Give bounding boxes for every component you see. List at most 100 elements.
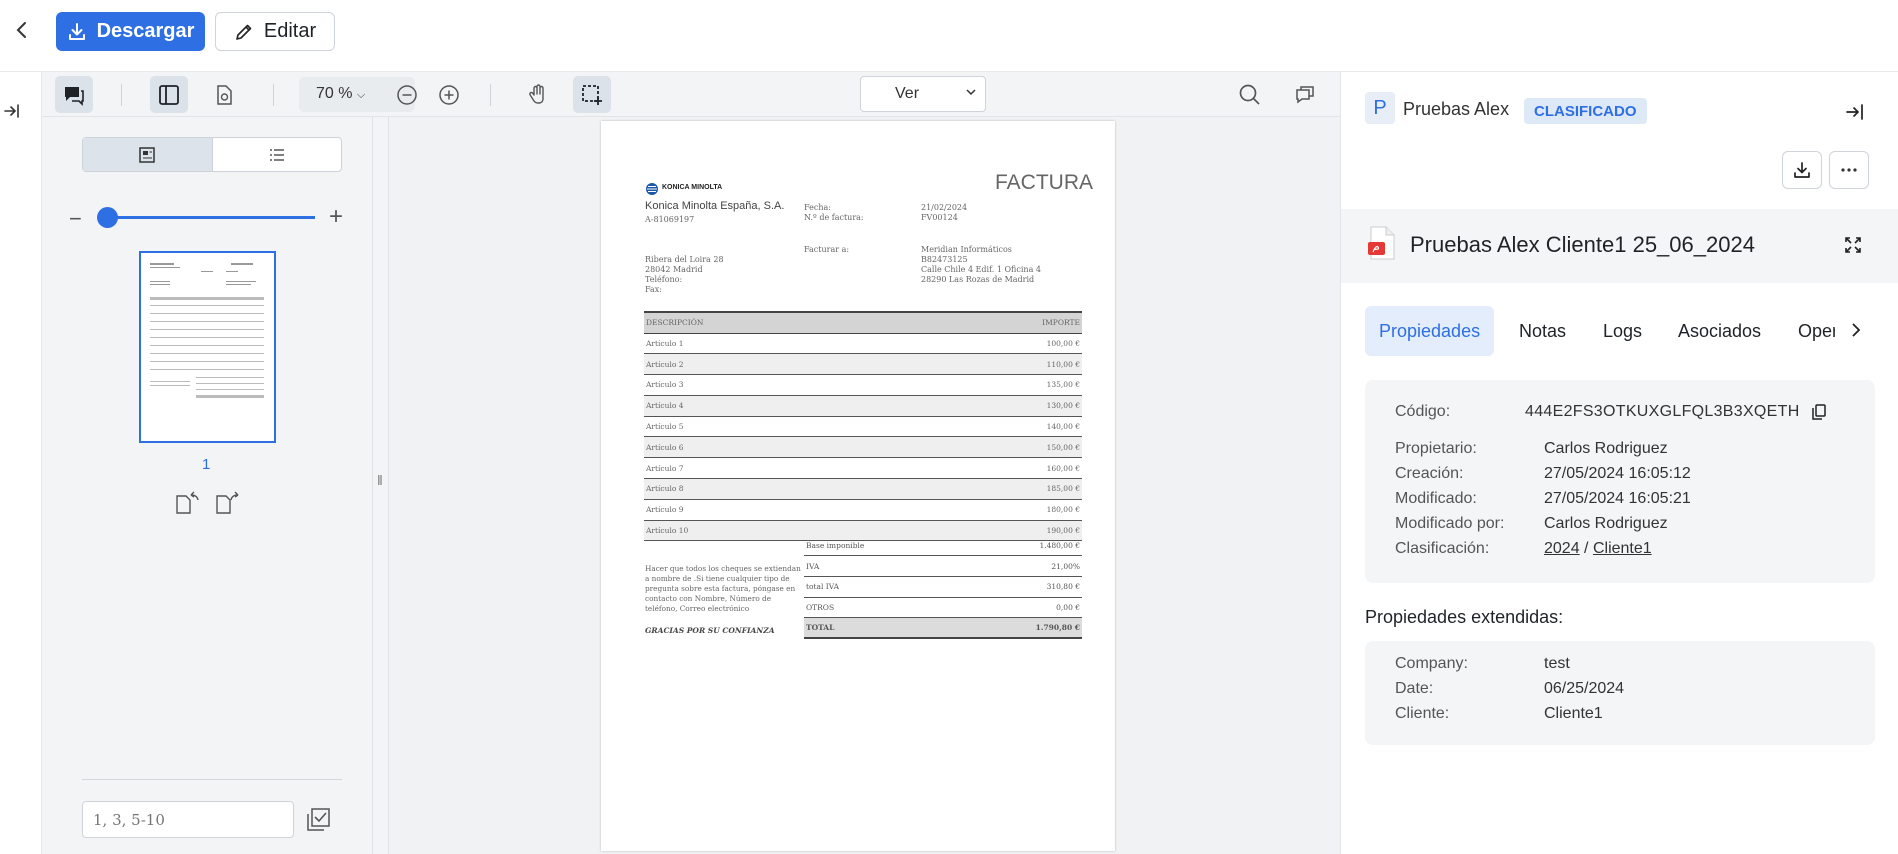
page-range-input[interactable] — [82, 801, 294, 838]
viewer-toolbar: 70 % ⌵ Ver — [42, 72, 1340, 117]
konica-logo-icon — [646, 183, 658, 195]
totals-row: TOTAL 1.790,80 € — [804, 617, 1082, 640]
thumbnail-size-slider[interactable] — [112, 216, 315, 219]
more-options-button[interactable] — [1829, 151, 1869, 189]
creacion-value: 27/05/2024 16:05:12 — [1544, 465, 1691, 482]
creacion-label: Creación: — [1395, 465, 1464, 482]
item-desc: Artículo 7 — [644, 457, 905, 480]
tab-logs[interactable]: Logs — [1603, 306, 1642, 356]
total-label: IVA — [804, 555, 961, 577]
edit-label: Editar — [263, 20, 317, 42]
edit-button[interactable]: Editar — [215, 12, 335, 51]
outline-tab[interactable] — [213, 138, 342, 171]
rotate-right-icon[interactable] — [213, 489, 241, 520]
tab-operaciones[interactable]: Oper — [1798, 306, 1835, 356]
item-desc: Artículo 8 — [644, 478, 905, 500]
numero-label: N.º de factura: — [804, 213, 864, 222]
invoice-items-table: DESCRIPCIÓN IMPORTE Artículo 1 100,00 € A… — [644, 311, 1082, 542]
top-bar: Descargar Editar — [0, 0, 1898, 72]
view-select[interactable]: Ver — [860, 76, 986, 112]
total-label: TOTAL — [804, 617, 961, 640]
column-header: DESCRIPCIÓN — [644, 311, 905, 334]
marquee-select-icon — [582, 84, 602, 105]
fullscreen-icon[interactable] — [1843, 235, 1863, 260]
zoom-in-button[interactable] — [430, 76, 468, 113]
comments-icon — [65, 86, 84, 106]
area-select-button[interactable] — [573, 76, 611, 113]
clasificacion-year-link[interactable]: 2024 — [1544, 540, 1580, 557]
totals-row: total IVA 310,80 € — [804, 576, 1082, 598]
expand-panel-icon[interactable] — [3, 102, 21, 125]
properties-card: Código: 444E2FS3OTKUXGLFQL3B3XQETH Propi… — [1365, 380, 1875, 583]
zoom-value[interactable]: 70 % ⌵ — [316, 85, 365, 103]
panel-resize-handle[interactable]: ‖ — [373, 117, 389, 854]
cliente-label: Cliente: — [1395, 705, 1450, 722]
logo-text: KONICA MINOLTA — [662, 184, 723, 191]
bill-to-line: 28290 Las Rozas de Madrid — [921, 275, 1035, 284]
date-value: 06/25/2024 — [1544, 680, 1625, 697]
zoom-out-button[interactable] — [388, 76, 426, 113]
address-line: Fax: — [645, 285, 662, 294]
pan-tool-button[interactable] — [519, 76, 557, 113]
collapse-panel-icon[interactable] — [1845, 102, 1865, 127]
total-label: OTROS — [804, 597, 961, 619]
thumbnail-panel: − + 1 — [42, 117, 373, 854]
invoice-totals-table: Base imponible 1.480,00 € IVA 21,00% total… — [804, 535, 1082, 640]
search-icon — [1239, 84, 1260, 105]
company-id: A-81069197 — [645, 215, 695, 224]
bill-to-line: Meridian Informáticos — [921, 245, 1012, 254]
address-line: 28042 Madrid — [645, 265, 703, 274]
download-icon — [68, 22, 85, 40]
total-value: 310,80 € — [960, 576, 1082, 598]
tab-asociados[interactable]: Asociados — [1678, 306, 1761, 356]
page-settings-button[interactable] — [205, 76, 243, 113]
file-gear-icon — [217, 84, 232, 105]
item-desc: Artículo 4 — [644, 395, 905, 417]
download-button[interactable]: Descargar — [56, 12, 205, 51]
item-desc: Artículo 9 — [644, 499, 905, 521]
item-desc: Artículo 5 — [644, 416, 905, 438]
pdf-file-icon — [1367, 225, 1397, 266]
download-doc-button[interactable] — [1782, 151, 1822, 189]
codigo-value[interactable]: 444E2FS3OTKUXGLFQL3B3XQETH — [1525, 403, 1800, 421]
slider-handle[interactable] — [97, 207, 118, 228]
copy-icon[interactable] — [1811, 403, 1827, 426]
thumbnail-view-toggle — [82, 137, 342, 172]
back-icon[interactable] — [10, 18, 34, 42]
rotate-left-icon[interactable] — [173, 489, 201, 520]
page-thumbnail[interactable] — [139, 251, 276, 443]
company-name: Konica Minolta España, S.A. — [645, 200, 785, 212]
thumbnail-size-decrease[interactable]: − — [69, 206, 82, 232]
facturar-label: Facturar a: — [804, 245, 850, 254]
tab-notas[interactable]: Notas — [1519, 306, 1566, 356]
table-row: Artículo 2 110,00 € — [644, 353, 1082, 376]
tab-propiedades[interactable]: Propiedades — [1365, 306, 1495, 356]
sidebar-toggle-button[interactable] — [150, 76, 188, 113]
thumbnails-tab[interactable] — [83, 138, 213, 171]
table-row: Artículo 9 180,00 € — [644, 499, 1082, 521]
thumbnail-size-increase[interactable]: + — [329, 203, 343, 231]
bill-to: Meridian Informáticos B82473125 Calle Ch… — [921, 245, 1041, 285]
clasificacion-client-link[interactable]: Cliente1 — [1593, 540, 1652, 557]
date-label: Date: — [1395, 680, 1434, 697]
comment-panel-icon — [1296, 85, 1314, 103]
more-horizontal-icon — [1841, 168, 1857, 172]
clasificacion-label: Clasificación: — [1395, 540, 1490, 557]
breadcrumb-separator: / — [1584, 540, 1589, 557]
tabs-scroll-right-icon[interactable] — [1847, 321, 1865, 344]
search-button[interactable] — [1231, 76, 1269, 113]
notes-panel-button[interactable] — [1286, 76, 1324, 113]
extended-properties-title: Propiedades extendidas: — [1365, 607, 1564, 627]
zoom-out-icon — [397, 84, 417, 105]
chevron-down-icon — [965, 85, 977, 103]
table-row: Artículo 5 140,00 € — [644, 416, 1082, 438]
comments-toggle-button[interactable] — [55, 76, 93, 113]
hand-icon — [529, 83, 544, 104]
item-amount: 140,00 € — [904, 416, 1082, 438]
select-pages-icon[interactable] — [304, 806, 332, 839]
pencil-icon — [236, 24, 252, 40]
total-label: Base imponible — [804, 535, 961, 557]
total-value: 0,00 € — [960, 597, 1082, 619]
owner-name: Pruebas Alex — [1403, 99, 1510, 119]
left-edge-strip — [0, 72, 42, 854]
